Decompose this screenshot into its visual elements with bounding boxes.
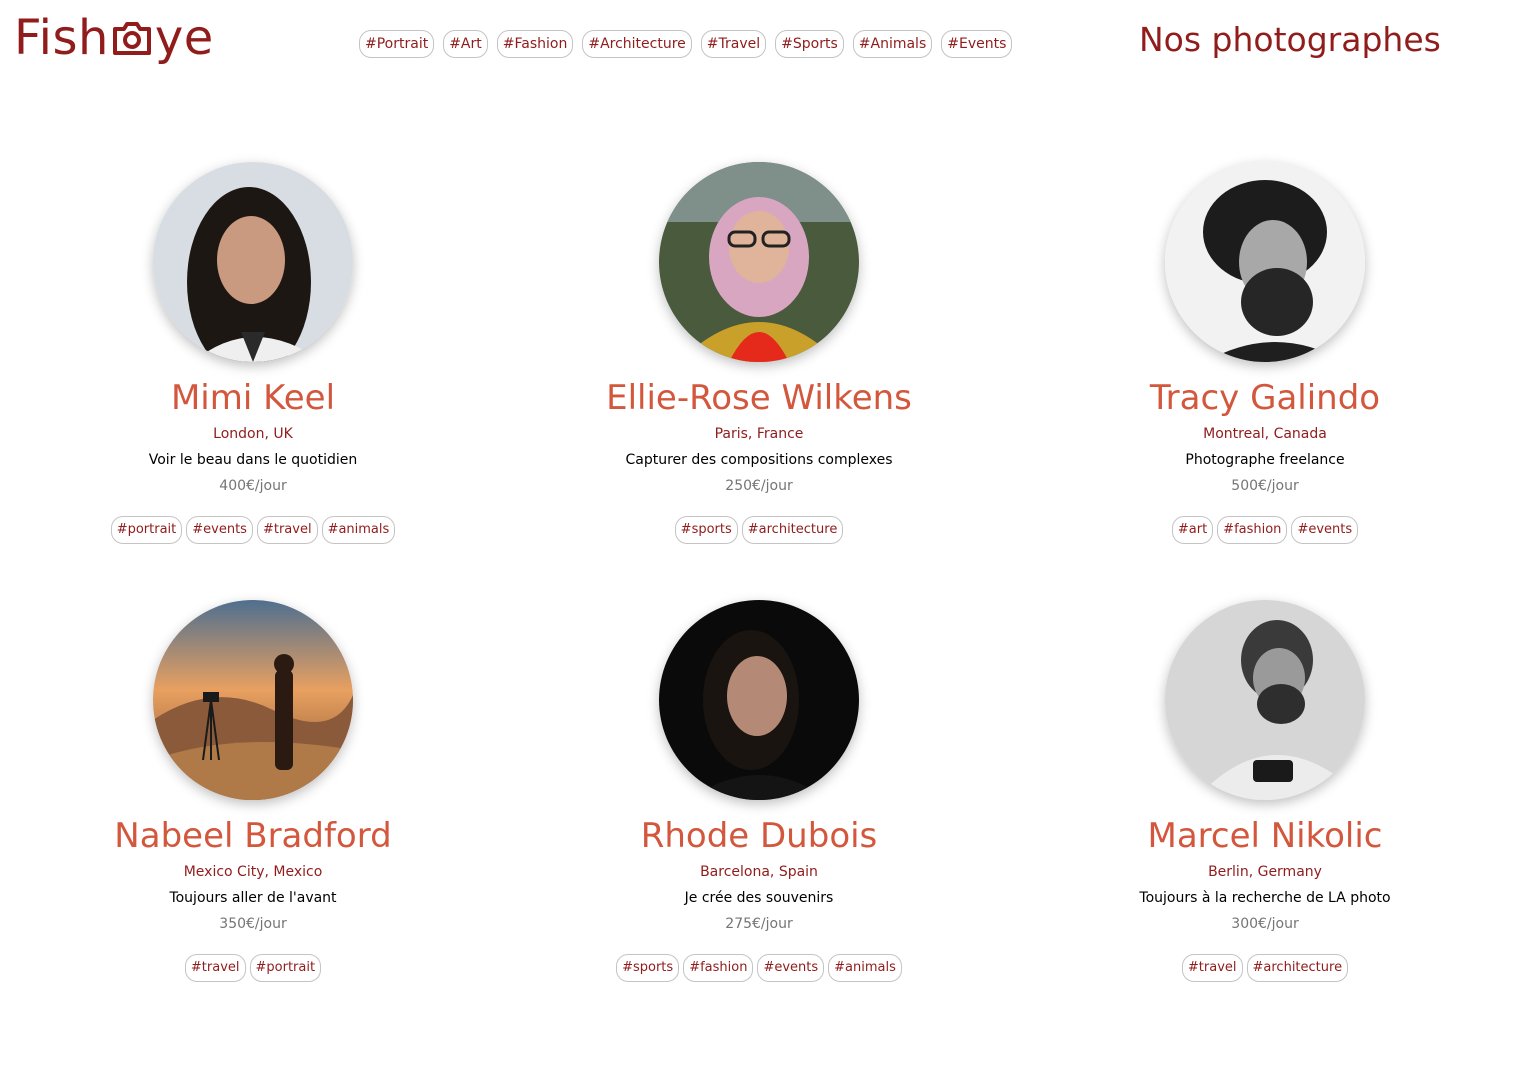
tag-filter-nav: #Portrait #Art #Fashion #Architecture #T…: [359, 30, 1013, 58]
photographer-location: Berlin, Germany: [1208, 864, 1322, 880]
photographer-card: Rhode Dubois Barcelona, Spain Je crée de…: [549, 600, 969, 982]
tag-portrait[interactable]: #portrait: [110, 516, 183, 544]
photographer-location: Barcelona, Spain: [700, 864, 818, 880]
tag-architecture[interactable]: #architecture: [1246, 954, 1349, 982]
photographer-card: Marcel Nikolic Berlin, Germany Toujours …: [1055, 600, 1475, 982]
tag-art[interactable]: #art: [1171, 516, 1214, 544]
photographer-name[interactable]: Ellie-Rose Wilkens: [549, 378, 969, 418]
photographer-tags: #art #fashion #events: [1055, 516, 1475, 544]
nav-tag-events[interactable]: #Events: [941, 30, 1013, 58]
photographer-card: Mimi Keel London, UK Voir le beau dans l…: [43, 162, 463, 544]
photographer-name[interactable]: Marcel Nikolic: [1055, 816, 1475, 856]
tag-events[interactable]: #events: [186, 516, 253, 544]
photographer-name[interactable]: Rhode Dubois: [549, 816, 969, 856]
photographer-tagline: Voir le beau dans le quotidien: [148, 452, 358, 468]
tag-events[interactable]: #events: [1291, 516, 1359, 544]
photographer-portrait[interactable]: [1165, 162, 1365, 362]
nav-tag-art[interactable]: #Art: [443, 30, 488, 58]
nav-tag-animals[interactable]: #Animals: [852, 30, 933, 58]
photographer-tags: #travel #architecture: [1055, 954, 1475, 982]
tag-fashion[interactable]: #fashion: [683, 954, 754, 982]
photographer-card: Nabeel Bradford Mexico City, Mexico Touj…: [43, 600, 463, 982]
photographer-name[interactable]: Nabeel Bradford: [43, 816, 463, 856]
photographer-tags: #sports #architecture: [549, 516, 969, 544]
tag-portrait[interactable]: #portrait: [249, 954, 322, 982]
photographer-name[interactable]: Tracy Galindo: [1055, 378, 1475, 418]
tag-sports[interactable]: #sports: [616, 954, 680, 982]
tag-animals[interactable]: #animals: [321, 516, 396, 544]
nav-tag-architecture[interactable]: #Architecture: [582, 30, 692, 58]
logo-text-right: ye: [154, 10, 214, 66]
photographer-tags: #travel #portrait: [43, 954, 463, 982]
photographer-tagline: Toujours à la recherche de LA photo: [1139, 890, 1391, 906]
photographer-location: Mexico City, Mexico: [183, 864, 323, 880]
photographer-price: 400€/jour: [219, 478, 287, 494]
nav-tag-portrait[interactable]: #Portrait: [359, 30, 435, 58]
site-header: Fish ye #Portrait #Art #Fashion #Archite…: [0, 0, 1519, 90]
tag-travel[interactable]: #travel: [1181, 954, 1243, 982]
nav-tag-sports[interactable]: #Sports: [775, 30, 844, 58]
fisheye-logo[interactable]: Fish ye: [14, 6, 214, 70]
photographer-card: Ellie-Rose Wilkens Paris, France Capture…: [549, 162, 969, 544]
photographer-tagline: Je crée des souvenirs: [684, 890, 834, 906]
photographer-tags: #sports #fashion #events #animals: [549, 954, 969, 982]
tag-travel[interactable]: #travel: [184, 954, 246, 982]
photographer-portrait[interactable]: [153, 600, 353, 800]
tag-travel[interactable]: #travel: [256, 516, 318, 544]
photographer-location: Paris, France: [714, 426, 804, 442]
tag-sports[interactable]: #sports: [674, 516, 738, 544]
photographer-location: Montreal, Canada: [1203, 426, 1327, 442]
photographer-portrait[interactable]: [659, 600, 859, 800]
photographer-price: 350€/jour: [219, 916, 287, 932]
photographer-price: 275€/jour: [725, 916, 793, 932]
photographer-location: London, UK: [213, 426, 293, 442]
logo-text-left: Fish: [14, 10, 109, 66]
photographer-portrait[interactable]: [1165, 600, 1365, 800]
tag-events[interactable]: #events: [757, 954, 825, 982]
photographer-name[interactable]: Mimi Keel: [43, 378, 463, 418]
camera-icon: [110, 18, 154, 58]
photographer-price: 500€/jour: [1231, 478, 1299, 494]
nav-tag-fashion[interactable]: #Fashion: [496, 30, 574, 58]
photographer-tagline: Photographe freelance: [1185, 452, 1345, 468]
photographer-tagline: Toujours aller de l'avant: [169, 890, 337, 906]
photographer-tagline: Capturer des compositions complexes: [625, 452, 893, 468]
photographer-card: Tracy Galindo Montreal, Canada Photograp…: [1055, 162, 1475, 544]
photographer-portrait[interactable]: [153, 162, 353, 362]
page-title: Nos photographes: [1139, 20, 1441, 59]
nav-tag-travel[interactable]: #Travel: [700, 30, 767, 58]
tag-architecture[interactable]: #architecture: [741, 516, 844, 544]
tag-fashion[interactable]: #fashion: [1217, 516, 1288, 544]
photographer-price: 250€/jour: [725, 478, 793, 494]
tag-animals[interactable]: #animals: [828, 954, 902, 982]
photographer-price: 300€/jour: [1231, 916, 1299, 932]
photographer-portrait[interactable]: [659, 162, 859, 362]
photographer-tags: #portrait #events #travel #animals: [43, 516, 463, 544]
